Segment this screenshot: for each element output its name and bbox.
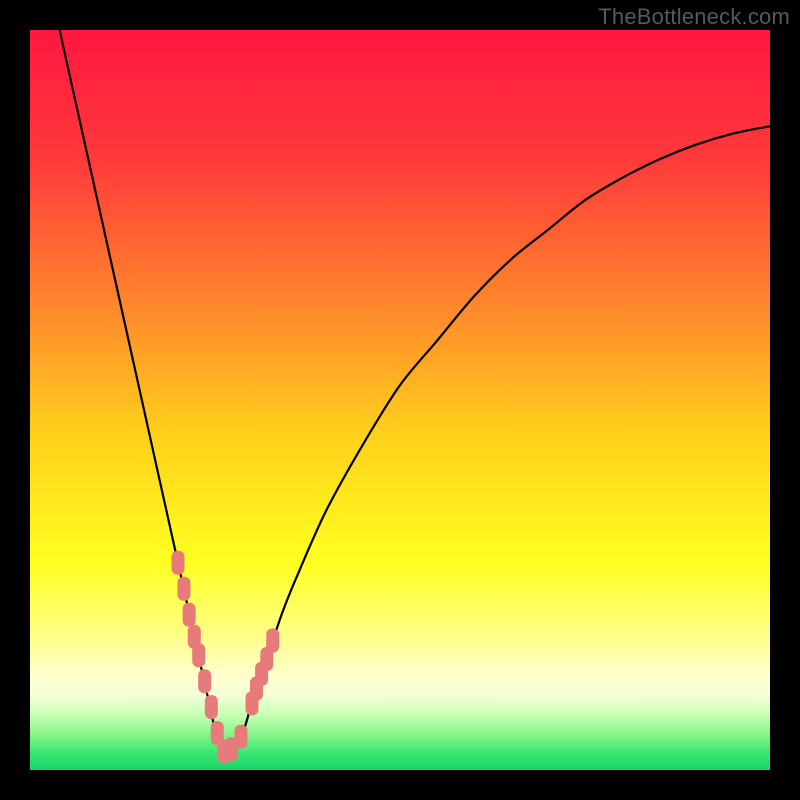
plot-area xyxy=(30,30,770,770)
marker xyxy=(266,629,279,653)
chart-svg xyxy=(30,30,770,770)
marker xyxy=(183,603,196,627)
marker xyxy=(172,551,185,575)
marker xyxy=(234,725,247,749)
watermark-text: TheBottleneck.com xyxy=(598,4,790,30)
marker xyxy=(177,577,190,601)
chart-frame: TheBottleneck.com xyxy=(0,0,800,800)
marker xyxy=(205,695,218,719)
marker xyxy=(192,643,205,667)
marker xyxy=(198,669,211,693)
